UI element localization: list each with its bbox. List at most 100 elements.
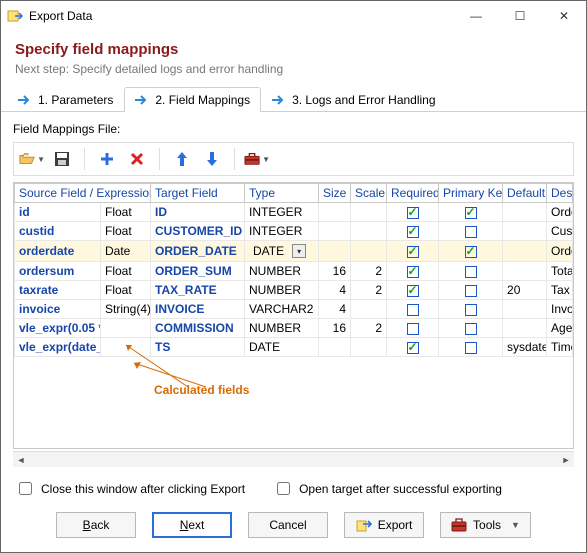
source-type-cell[interactable]: Float	[101, 222, 151, 241]
delete-button[interactable]	[123, 146, 151, 172]
pk-cell[interactable]	[439, 241, 503, 262]
open-target-checkbox[interactable]	[277, 482, 290, 495]
tab-field-mappings[interactable]: 2. Field Mappings	[124, 87, 261, 112]
checkbox-icon[interactable]	[407, 246, 419, 258]
type-cell[interactable]: NUMBER	[245, 281, 319, 300]
required-cell[interactable]	[387, 222, 439, 241]
pk-cell[interactable]	[439, 203, 503, 222]
table-row[interactable]: invoiceString(4)INVOICEVARCHAR24Invoice …	[15, 300, 573, 319]
type-cell[interactable]: VARCHAR2	[245, 300, 319, 319]
size-cell[interactable]: 16	[319, 319, 351, 338]
scale-cell[interactable]	[351, 300, 387, 319]
save-button[interactable]	[48, 146, 76, 172]
type-cell[interactable]: INTEGER	[245, 203, 319, 222]
checkbox-icon[interactable]	[407, 304, 419, 316]
col-size[interactable]: Size	[319, 184, 351, 203]
table-row[interactable]: vle_expr(date_time)TSDATEsysdateTimestam…	[15, 338, 573, 357]
checkbox-icon[interactable]	[407, 342, 419, 354]
checkbox-icon[interactable]	[407, 266, 419, 278]
target-field-cell[interactable]: COMMISSION	[151, 319, 245, 338]
checkbox-icon[interactable]	[465, 304, 477, 316]
tab-parameters[interactable]: 1. Parameters	[7, 87, 124, 112]
source-type-cell[interactable]: Float	[101, 281, 151, 300]
mappings-grid[interactable]: Source Field / Expression Target Field T…	[13, 182, 574, 449]
description-cell[interactable]: Invoice Number	[547, 300, 573, 319]
checkbox-icon[interactable]	[465, 285, 477, 297]
checkbox-icon[interactable]	[407, 323, 419, 335]
checkbox-icon[interactable]	[465, 266, 477, 278]
scale-cell[interactable]	[351, 241, 387, 262]
default-cell[interactable]	[503, 262, 547, 281]
pk-cell[interactable]	[439, 262, 503, 281]
table-row[interactable]: custidFloatCUSTOMER_IDINTEGERCustomer Id	[15, 222, 573, 241]
table-row[interactable]: vle_expr(0.05 * datasCOMMISSIONNUMBER162…	[15, 319, 573, 338]
tools-button[interactable]: Tools ▼	[440, 512, 531, 538]
source-type-cell[interactable]: Date	[101, 241, 151, 262]
col-source[interactable]: Source Field / Expression	[15, 184, 151, 203]
table-row[interactable]: ordersumFloatORDER_SUMNUMBER162Total Ord…	[15, 262, 573, 281]
target-field-cell[interactable]: ID	[151, 203, 245, 222]
default-cell[interactable]	[503, 241, 547, 262]
required-cell[interactable]	[387, 281, 439, 300]
size-cell[interactable]	[319, 241, 351, 262]
horizontal-scrollbar[interactable]: ◄ ►	[13, 451, 574, 467]
chevron-down-icon[interactable]: ▾	[292, 244, 306, 258]
source-type-cell[interactable]	[101, 319, 151, 338]
target-field-cell[interactable]: CUSTOMER_ID	[151, 222, 245, 241]
default-cell[interactable]	[503, 300, 547, 319]
checkbox-icon[interactable]	[465, 246, 477, 258]
pk-cell[interactable]	[439, 319, 503, 338]
scale-cell[interactable]	[351, 203, 387, 222]
col-desc[interactable]: Description	[547, 184, 573, 203]
checkbox-icon[interactable]	[465, 226, 477, 238]
description-cell[interactable]: Customer Id	[547, 222, 573, 241]
scale-cell[interactable]: 2	[351, 281, 387, 300]
source-field-cell[interactable]: vle_expr(date_time)	[15, 338, 101, 357]
open-button[interactable]: ▼	[18, 146, 46, 172]
pk-cell[interactable]	[439, 300, 503, 319]
description-cell[interactable]: Order Date	[547, 241, 573, 262]
maximize-button[interactable]: ☐	[498, 1, 542, 31]
default-cell[interactable]	[503, 319, 547, 338]
type-cell[interactable]: INTEGER	[245, 222, 319, 241]
target-field-cell[interactable]: ORDER_SUM	[151, 262, 245, 281]
source-field-cell[interactable]: invoice	[15, 300, 101, 319]
required-cell[interactable]	[387, 338, 439, 357]
checkbox-icon[interactable]	[465, 342, 477, 354]
pk-cell[interactable]	[439, 281, 503, 300]
source-type-cell[interactable]: Float	[101, 262, 151, 281]
checkbox-icon[interactable]	[407, 285, 419, 297]
table-row[interactable]: idFloatIDINTEGEROrder Id	[15, 203, 573, 222]
source-type-cell[interactable]: String(4)	[101, 300, 151, 319]
col-scale[interactable]: Scale	[351, 184, 387, 203]
source-field-cell[interactable]: id	[15, 203, 101, 222]
source-type-cell[interactable]: Float	[101, 203, 151, 222]
minimize-button[interactable]: —	[454, 1, 498, 31]
open-target-option[interactable]: Open target after successful exporting	[273, 479, 502, 498]
required-cell[interactable]	[387, 300, 439, 319]
pk-cell[interactable]	[439, 338, 503, 357]
cancel-button[interactable]: Cancel	[248, 512, 328, 538]
next-button[interactable]: Next	[152, 512, 232, 538]
source-field-cell[interactable]: ordersum	[15, 262, 101, 281]
checkbox-icon[interactable]	[465, 323, 477, 335]
toolbox-button[interactable]: ▼	[243, 146, 271, 172]
source-field-cell[interactable]: vle_expr(0.05 * datas	[15, 319, 101, 338]
target-field-cell[interactable]: ORDER_DATE	[151, 241, 245, 262]
required-cell[interactable]	[387, 203, 439, 222]
col-default[interactable]: Default	[503, 184, 547, 203]
description-cell[interactable]: Total Order Amount	[547, 262, 573, 281]
move-up-button[interactable]	[168, 146, 196, 172]
scale-cell[interactable]: 2	[351, 319, 387, 338]
close-after-export-checkbox[interactable]	[19, 482, 32, 495]
col-required[interactable]: Required	[387, 184, 439, 203]
required-cell[interactable]	[387, 241, 439, 262]
source-field-cell[interactable]: taxrate	[15, 281, 101, 300]
size-cell[interactable]	[319, 222, 351, 241]
scroll-left-button[interactable]: ◄	[13, 452, 29, 468]
table-row[interactable]: taxrateFloatTAX_RATENUMBER4220Tax Rate	[15, 281, 573, 300]
scale-cell[interactable]	[351, 338, 387, 357]
source-field-cell[interactable]: orderdate	[15, 241, 101, 262]
type-cell[interactable]: NUMBER	[245, 262, 319, 281]
checkbox-icon[interactable]	[407, 226, 419, 238]
